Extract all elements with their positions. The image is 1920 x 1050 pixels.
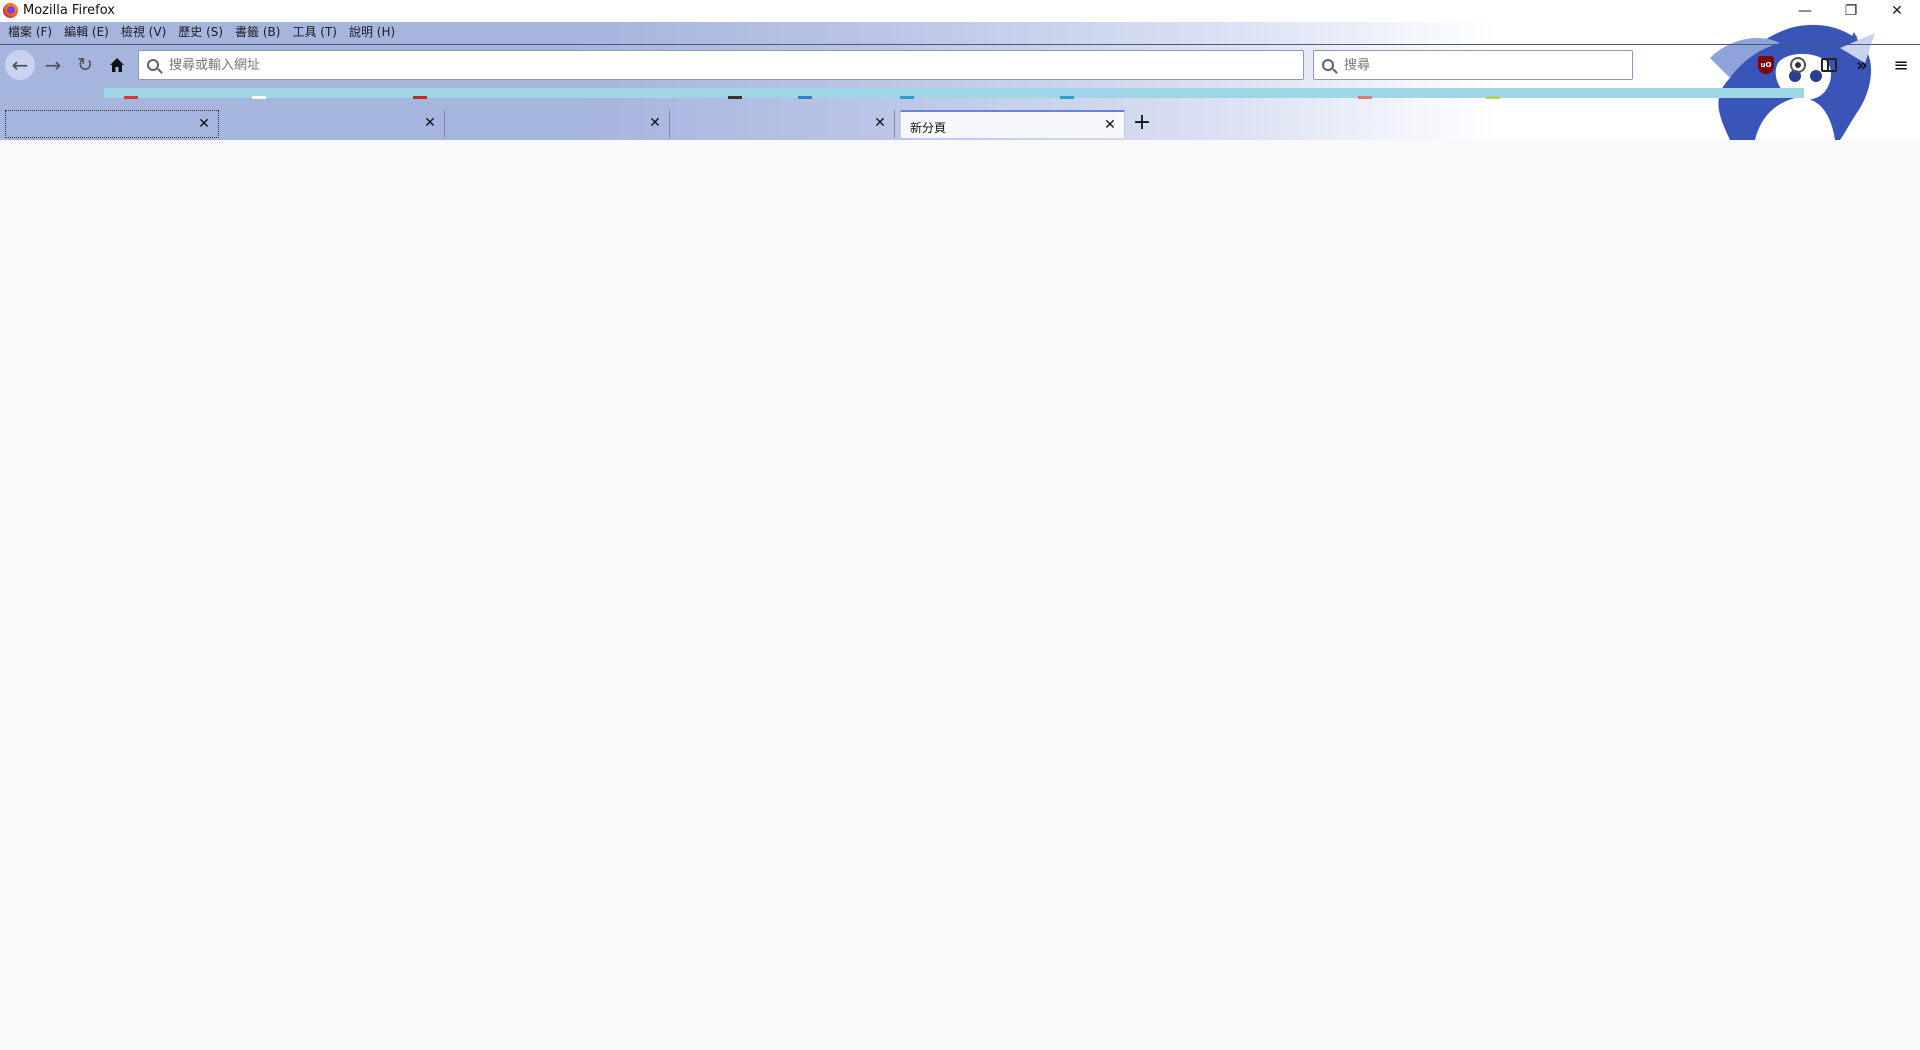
restore-button[interactable]: ❐: [1828, 0, 1874, 22]
search-input[interactable]: [1344, 57, 1632, 73]
forward-button[interactable]: →: [39, 51, 67, 79]
url-bar[interactable]: [138, 50, 1304, 80]
tab[interactable]: ✕: [5, 110, 219, 138]
tab[interactable]: ✕: [225, 110, 445, 138]
hamburger-menu-icon: ≡: [1893, 54, 1909, 76]
ublock-shield-icon: uO: [1758, 56, 1774, 74]
search-icon: [1322, 59, 1334, 71]
menu-bookmarks[interactable]: 書籤 (B): [231, 22, 288, 42]
window-title: Mozilla Firefox: [23, 3, 115, 18]
navigation-toolbar: ← → ↻ uO »: [0, 44, 1920, 84]
firefox-logo-icon: [3, 3, 18, 18]
close-window-button[interactable]: ✕: [1874, 0, 1920, 22]
menu-help[interactable]: 說明 (H): [345, 22, 403, 42]
close-tab-icon[interactable]: ✕: [872, 115, 888, 131]
home-button[interactable]: [103, 51, 131, 79]
open-menu-button[interactable]: ≡: [1891, 54, 1911, 76]
window-controls: — ❐ ✕: [1782, 0, 1920, 22]
bookmark-item[interactable]: [1358, 96, 1372, 99]
tab-new-tab[interactable]: 新分頁 ✕: [900, 110, 1125, 138]
ublock-origin-button[interactable]: uO: [1756, 55, 1776, 75]
menu-bar: 檔案 (F) 編輯 (E) 檢視 (V) 歷史 (S) 書籤 (B) 工具 (T…: [0, 22, 1920, 42]
bookmark-item[interactable]: [1060, 96, 1074, 99]
reload-button[interactable]: ↻: [71, 51, 99, 79]
back-arrow-icon: ←: [11, 53, 29, 77]
menu-edit[interactable]: 編輯 (E): [60, 22, 117, 42]
menu-history[interactable]: 歷史 (S): [174, 22, 231, 42]
overflow-menu-button[interactable]: »: [1852, 54, 1872, 76]
search-bar[interactable]: [1313, 50, 1633, 80]
close-tab-icon[interactable]: ✕: [647, 115, 663, 131]
tab[interactable]: ✕: [450, 110, 670, 138]
bookmark-item[interactable]: [413, 96, 427, 99]
close-tab-icon[interactable]: ✕: [422, 115, 438, 131]
home-icon: [110, 58, 124, 72]
new-tab-button[interactable]: +: [1130, 112, 1154, 136]
url-input[interactable]: [169, 57, 1303, 73]
reload-icon: ↻: [77, 54, 93, 76]
sidebar-icon: [1821, 58, 1837, 72]
bookmark-item[interactable]: [798, 96, 812, 99]
menu-tools[interactable]: 工具 (T): [288, 22, 345, 42]
tab[interactable]: ✕: [675, 110, 895, 138]
minimize-button[interactable]: —: [1782, 0, 1828, 22]
plus-icon: +: [1132, 110, 1152, 135]
bookmark-item[interactable]: [728, 96, 742, 99]
bookmarks-toolbar: [104, 88, 1804, 98]
close-tab-icon[interactable]: ✕: [196, 116, 212, 132]
tab-strip: ✕ ✕ ✕ ✕ 新分頁 ✕ +: [0, 108, 1920, 140]
tab-label: 新分頁: [910, 121, 947, 135]
search-icon: [147, 59, 159, 71]
page-content: [0, 140, 1920, 1050]
menu-file[interactable]: 檔案 (F): [4, 22, 60, 42]
sidebar-toggle-button[interactable]: [1819, 55, 1839, 75]
title-bar: Mozilla Firefox — ❐ ✕: [0, 0, 1920, 22]
close-tab-icon[interactable]: ✕: [1102, 117, 1118, 133]
menu-view[interactable]: 檢視 (V): [117, 22, 174, 42]
back-button[interactable]: ←: [5, 50, 35, 80]
extension-button[interactable]: [1788, 55, 1808, 75]
bookmark-item[interactable]: [900, 96, 914, 99]
forward-arrow-icon: →: [44, 53, 62, 77]
browser-chrome: Mozilla Firefox — ❐ ✕ 檔案 (F) 編輯 (E) 檢視 (…: [0, 0, 1920, 140]
bookmark-item[interactable]: [124, 96, 138, 99]
extension-icon: [1790, 57, 1806, 73]
bookmark-item[interactable]: [1486, 96, 1500, 99]
chevron-double-right-icon: »: [1856, 54, 1868, 76]
bookmark-item[interactable]: [252, 96, 266, 99]
